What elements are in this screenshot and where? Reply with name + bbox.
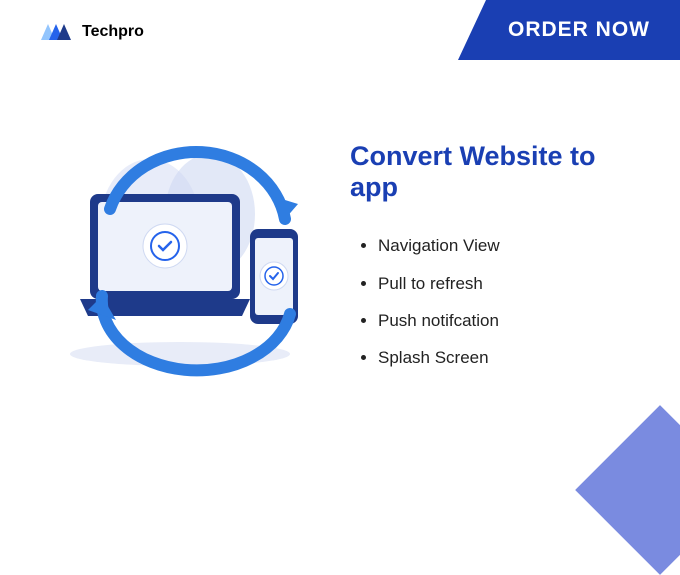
list-item: Pull to refresh [378, 265, 640, 302]
cta-wrap: ORDER NOW [458, 0, 680, 60]
list-item: Push notifcation [378, 302, 640, 339]
text-content: Convert Website to app Navigation View P… [350, 131, 640, 377]
order-now-button[interactable]: ORDER NOW [458, 0, 680, 60]
logo-icon [38, 20, 74, 44]
heading: Convert Website to app [350, 141, 640, 203]
sync-illustration [40, 124, 320, 384]
main-content: Convert Website to app Navigation View P… [0, 44, 680, 384]
brand-name: Techpro [82, 23, 144, 41]
logo-group: Techpro [38, 20, 144, 44]
list-item: Navigation View [378, 227, 640, 264]
list-item: Splash Screen [378, 339, 640, 376]
corner-decoration [575, 405, 680, 575]
feature-list: Navigation View Pull to refresh Push not… [350, 227, 640, 377]
